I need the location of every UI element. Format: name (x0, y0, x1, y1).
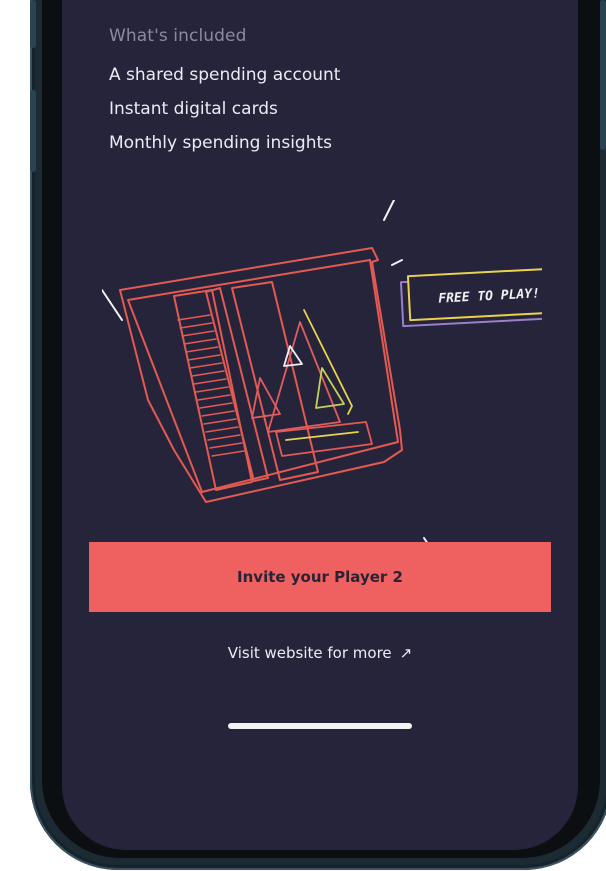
phone-screen: What's included A shared spending accoun… (62, 0, 578, 850)
included-list: A shared spending account Instant digita… (109, 58, 340, 160)
phone-side-button (30, 90, 36, 172)
cartridge-grip (177, 314, 245, 457)
included-item: A shared spending account (109, 65, 341, 85)
arrow-up-right-icon: ↗ (399, 644, 413, 662)
cartridge-body (119, 247, 403, 503)
visit-website-label: Visit website for more (227, 644, 392, 662)
included-item: Monthly spending insights (109, 133, 333, 153)
game-cartridge-illustration: FREE TO PLAY! (102, 200, 542, 563)
cartridge-label-art (251, 309, 373, 457)
included-item: Instant digital cards (109, 99, 278, 119)
motion-lines (102, 200, 429, 563)
screen-content: What's included A shared spending accoun… (62, 0, 578, 850)
phone-side-button (600, 0, 606, 150)
free-to-play-sticker: FREE TO PLAY! (399, 266, 542, 328)
phone-side-button (30, 0, 36, 48)
visit-website-link[interactable]: Visit website for more ↗ (62, 644, 578, 662)
home-indicator (228, 723, 412, 729)
invite-player-button[interactable]: Invite your Player 2 (89, 542, 551, 612)
included-heading: What's included (109, 26, 247, 46)
app-screenshot: What's included A shared spending accoun… (0, 0, 606, 871)
